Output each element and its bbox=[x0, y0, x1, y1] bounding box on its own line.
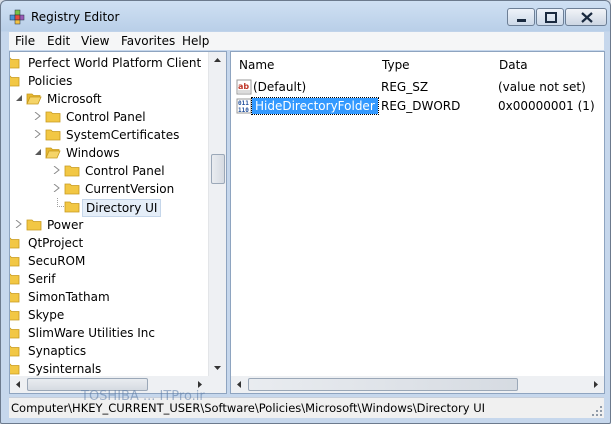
scroll-up-arrow-icon[interactable] bbox=[209, 52, 226, 69]
minimize-button[interactable] bbox=[507, 8, 535, 26]
registry-editor-window: Registry Editor File Edit View Favorites… bbox=[0, 0, 611, 424]
folder-icon bbox=[45, 111, 61, 123]
expand-arrow-icon[interactable] bbox=[34, 112, 42, 120]
tree-item-label: QtProject bbox=[28, 236, 84, 250]
tree-vertical-scrollbar[interactable] bbox=[208, 52, 226, 376]
folder-icon bbox=[10, 273, 20, 285]
tree-item-label: Power bbox=[47, 218, 84, 232]
value-data: 0x00000001 (1) bbox=[498, 99, 595, 113]
values-horizontal-scroll-thumb[interactable] bbox=[248, 378, 518, 391]
tree-item-label: Perfect World Platform Client bbox=[28, 56, 202, 70]
folder-icon bbox=[10, 309, 20, 321]
tree-item-label: Policies bbox=[28, 74, 73, 88]
folder-icon bbox=[45, 129, 61, 141]
tree-item-label: Control Panel bbox=[66, 110, 146, 124]
menu-bar: File Edit View Favorites Help bbox=[9, 32, 604, 50]
registry-values-pane[interactable]: Name Type Data ab (Default) REG_SZ (valu… bbox=[230, 51, 605, 394]
folder-icon bbox=[10, 291, 20, 303]
tree-item-label: Synaptics bbox=[28, 344, 87, 358]
scrollbar-corner bbox=[208, 376, 226, 393]
value-type: REG_SZ bbox=[381, 80, 429, 94]
column-header-label: Type bbox=[382, 58, 410, 72]
folder-icon bbox=[64, 183, 80, 195]
menu-help[interactable]: Help bbox=[182, 34, 209, 48]
folder-icon bbox=[10, 75, 20, 87]
menu-favorites[interactable]: Favorites bbox=[121, 34, 175, 48]
registry-editor-icon bbox=[9, 9, 25, 25]
folder-open-icon bbox=[26, 93, 42, 105]
expand-arrow-icon[interactable] bbox=[34, 130, 42, 138]
title-bar[interactable]: Registry Editor bbox=[1, 1, 610, 31]
folder-icon bbox=[10, 255, 20, 267]
expand-arrow-icon[interactable] bbox=[53, 166, 61, 174]
value-name[interactable]: HideDirectoryFolder bbox=[251, 97, 379, 115]
tree-item-label: CurrentVersion bbox=[85, 182, 175, 196]
expand-arrow-icon[interactable] bbox=[53, 184, 61, 192]
minimize-icon bbox=[517, 19, 526, 22]
collapse-arrow-icon[interactable] bbox=[15, 94, 23, 102]
tree-item-label: SimonTatham bbox=[28, 290, 110, 304]
tree-item-label: SecuROM bbox=[28, 254, 86, 268]
close-icon bbox=[581, 12, 593, 23]
scroll-down-arrow-icon[interactable] bbox=[209, 359, 226, 376]
svg-text:110: 110 bbox=[238, 107, 249, 114]
folder-icon bbox=[10, 327, 20, 339]
svg-text:ab: ab bbox=[238, 82, 249, 91]
scroll-left-arrow-icon[interactable] bbox=[10, 376, 27, 393]
column-header-label: Data bbox=[499, 58, 528, 72]
expand-arrow-icon[interactable] bbox=[15, 220, 23, 228]
folder-icon bbox=[64, 201, 80, 213]
tree-item-label: Sysinternals bbox=[28, 362, 102, 376]
watermark: TOSHIBA ... ITPro.ir bbox=[81, 389, 205, 404]
column-header-type[interactable]: Type bbox=[374, 52, 492, 76]
close-button[interactable] bbox=[565, 8, 607, 26]
string-value-icon: ab bbox=[236, 79, 252, 95]
dword-value-icon: 011 110 bbox=[236, 98, 252, 114]
svg-text:011: 011 bbox=[238, 100, 249, 107]
resize-grip-icon[interactable] bbox=[591, 405, 603, 417]
folder-icon bbox=[10, 363, 20, 375]
collapse-arrow-icon[interactable] bbox=[34, 148, 42, 156]
tree-item-label: Microsoft bbox=[47, 92, 102, 106]
tree-item-label: SystemCertificates bbox=[66, 128, 180, 142]
menu-view[interactable]: View bbox=[81, 34, 109, 48]
table-row[interactable]: ab (Default) REG_SZ (value not set) bbox=[231, 78, 604, 96]
table-row-selected[interactable]: 011 110 HideDirectoryFolder REG_DWORD 0x… bbox=[231, 97, 604, 115]
maximize-button[interactable] bbox=[536, 8, 564, 26]
tree-vertical-scroll-thumb[interactable] bbox=[211, 154, 225, 184]
tree-item-label: Serif bbox=[28, 272, 56, 286]
maximize-icon bbox=[545, 12, 557, 23]
menu-edit[interactable]: Edit bbox=[47, 34, 70, 48]
folder-icon bbox=[10, 237, 20, 249]
folder-icon bbox=[64, 165, 80, 177]
folder-icon bbox=[10, 57, 20, 69]
window-title: Registry Editor bbox=[31, 10, 120, 24]
value-type: REG_DWORD bbox=[381, 99, 461, 113]
folder-open-icon bbox=[45, 147, 61, 159]
column-header-label: Name bbox=[239, 58, 275, 72]
folder-icon bbox=[26, 219, 42, 231]
values-horizontal-scrollbar[interactable] bbox=[231, 376, 604, 393]
value-name: (Default) bbox=[253, 80, 307, 94]
column-header-data[interactable]: Data bbox=[491, 52, 604, 76]
tree-item-label: Control Panel bbox=[85, 164, 165, 178]
registry-tree-pane[interactable]: Perfect World Platform Client Policies M… bbox=[9, 51, 227, 394]
scroll-left-arrow-icon[interactable] bbox=[231, 376, 248, 393]
scroll-right-arrow-icon[interactable] bbox=[587, 376, 604, 393]
tree-item-label: Windows bbox=[66, 146, 120, 160]
tree-item-label: Skype bbox=[28, 308, 65, 322]
tree-item-label: Directory UI bbox=[82, 199, 162, 217]
value-data: (value not set) bbox=[498, 80, 586, 94]
folder-icon bbox=[10, 345, 20, 357]
column-header-name[interactable]: Name bbox=[231, 52, 375, 76]
menu-file[interactable]: File bbox=[15, 34, 35, 48]
tree-item-label: SlimWare Utilities Inc bbox=[28, 326, 156, 340]
